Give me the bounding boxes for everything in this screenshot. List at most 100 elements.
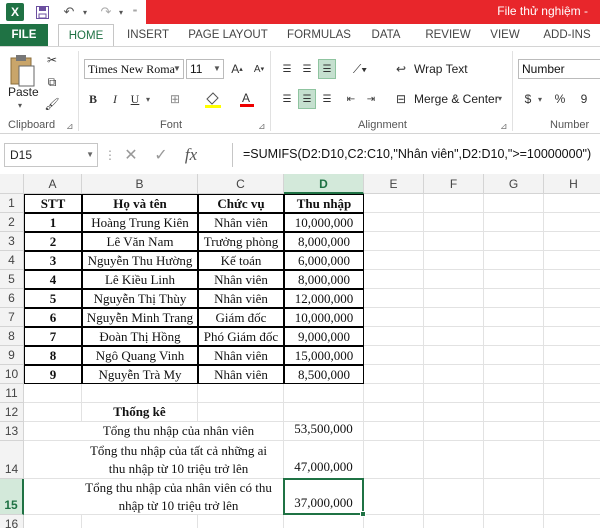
row-header-3[interactable]: 3 [0, 232, 24, 251]
save-icon[interactable] [32, 2, 52, 22]
table-row-income[interactable]: 8,000,000 [284, 270, 364, 289]
table-row-position[interactable]: Giám đốc [198, 308, 284, 327]
cell[interactable] [364, 515, 424, 528]
tab-formulas[interactable]: FORMULAS [282, 24, 356, 46]
insert-function-icon[interactable]: fx [176, 145, 206, 165]
more-icon[interactable]: ⋮ [104, 148, 116, 162]
table-row-income[interactable]: 15,000,000 [284, 346, 364, 365]
row-header-10[interactable]: 10 [0, 365, 24, 384]
table-row-stt[interactable]: 4 [24, 270, 82, 289]
table-row-position[interactable]: Phó Giám đốc [198, 327, 284, 346]
cell[interactable] [424, 384, 484, 403]
table-row-position[interactable]: Nhân viên [198, 365, 284, 384]
cell[interactable] [544, 270, 600, 289]
row-header-12[interactable]: 12 [0, 403, 24, 422]
cell[interactable] [424, 308, 484, 327]
cell[interactable] [424, 346, 484, 365]
cell[interactable] [284, 403, 364, 422]
row-header-5[interactable]: 5 [0, 270, 24, 289]
cell[interactable] [484, 441, 544, 479]
stats-value[interactable]: 37,000,000 [284, 479, 364, 515]
row-header-9[interactable]: 9 [0, 346, 24, 365]
tab-review[interactable]: REVIEW [420, 24, 476, 46]
cell[interactable] [424, 270, 484, 289]
cell[interactable] [198, 515, 284, 528]
cell[interactable] [484, 194, 544, 213]
percent-button[interactable]: % [552, 89, 568, 109]
row-header-6[interactable]: 6 [0, 289, 24, 308]
table-row-income[interactable]: 10,000,000 [284, 308, 364, 327]
tab-data[interactable]: DATA [364, 24, 408, 46]
row-header-15[interactable]: 15 [0, 479, 24, 515]
cell[interactable] [544, 232, 600, 251]
bold-button[interactable]: B [84, 89, 102, 109]
currency-button[interactable]: $ [520, 89, 536, 109]
cell[interactable] [424, 232, 484, 251]
paste-dropdown-icon[interactable]: ▾ [18, 101, 22, 110]
merge-center-button[interactable]: Merge & Center [414, 92, 499, 106]
stats-label[interactable]: Tổng thu nhập của tất cả những ai thu nh… [24, 441, 284, 479]
column-header-e[interactable]: E [364, 174, 424, 194]
cell[interactable] [424, 479, 484, 515]
cell[interactable] [364, 365, 424, 384]
align-left-icon[interactable]: ☰ [278, 89, 296, 109]
cell[interactable] [484, 327, 544, 346]
cell[interactable] [484, 251, 544, 270]
cell[interactable] [544, 515, 600, 528]
table-row-name[interactable]: Ngô Quang Vinh [82, 346, 198, 365]
cell[interactable] [364, 422, 424, 441]
header-income[interactable]: Thu nhập [284, 194, 364, 213]
stats-value[interactable]: 53,500,000 [284, 422, 364, 441]
chevron-down-icon[interactable]: ▼ [211, 60, 223, 78]
cell[interactable] [284, 515, 364, 528]
cell[interactable] [544, 251, 600, 270]
wrap-text-icon[interactable]: ↩ [392, 59, 410, 79]
cell[interactable] [484, 422, 544, 441]
cell[interactable] [424, 289, 484, 308]
cell[interactable] [544, 384, 600, 403]
table-row-name[interactable]: Lê Văn Nam [82, 232, 198, 251]
number-format-combo[interactable]: Number [518, 59, 600, 79]
select-all-corner[interactable] [0, 174, 24, 194]
cell[interactable] [364, 403, 424, 422]
column-header-h[interactable]: H [544, 174, 600, 194]
column-header-f[interactable]: F [424, 174, 484, 194]
redo-dropdown-icon[interactable]: ▾ [116, 2, 126, 22]
table-row-income[interactable]: 9,000,000 [284, 327, 364, 346]
cell[interactable] [544, 479, 600, 515]
wrap-text-button[interactable]: Wrap Text [414, 62, 468, 76]
currency-dropdown-icon[interactable]: ▾ [538, 95, 542, 104]
align-center-icon[interactable]: ☰ [298, 89, 316, 109]
tab-add-ins[interactable]: ADD-INS [536, 24, 598, 46]
align-bottom-icon[interactable]: ☰ [318, 59, 336, 79]
underline-button[interactable]: U [126, 89, 144, 109]
cell[interactable] [198, 384, 284, 403]
row-header-7[interactable]: 7 [0, 308, 24, 327]
redo-icon[interactable]: ↷ [96, 2, 116, 22]
cell[interactable] [364, 213, 424, 232]
align-middle-icon[interactable]: ☰ [298, 59, 316, 79]
row-header-13[interactable]: 13 [0, 422, 24, 441]
decrease-indent-icon[interactable]: ⇤ [342, 89, 360, 109]
cell[interactable] [24, 515, 82, 528]
cell[interactable] [198, 403, 284, 422]
table-row-income[interactable]: 12,000,000 [284, 289, 364, 308]
cell[interactable] [424, 515, 484, 528]
table-row-name[interactable]: Lê Kiều Linh [82, 270, 198, 289]
cell[interactable] [364, 346, 424, 365]
formula-input[interactable]: =SUMIFS(D2:D10,C2:C10,"Nhân viên",D2:D10… [232, 143, 598, 167]
header-stt[interactable]: STT [24, 194, 82, 213]
stats-title[interactable]: Thống kê [82, 403, 198, 422]
table-row-income[interactable]: 6,000,000 [284, 251, 364, 270]
comma-button[interactable]: 9 [576, 89, 592, 109]
table-row-name[interactable]: Nguyễn Minh Trang [82, 308, 198, 327]
table-row-stt[interactable]: 6 [24, 308, 82, 327]
table-row-stt[interactable]: 3 [24, 251, 82, 270]
alignment-launcher-icon[interactable]: ⊿ [500, 121, 508, 132]
column-header-g[interactable]: G [484, 174, 544, 194]
header-position[interactable]: Chức vụ [198, 194, 284, 213]
table-row-stt[interactable]: 1 [24, 213, 82, 232]
font-launcher-icon[interactable]: ⊿ [258, 121, 266, 132]
cell[interactable] [484, 384, 544, 403]
increase-indent-icon[interactable]: ⇥ [362, 89, 380, 109]
